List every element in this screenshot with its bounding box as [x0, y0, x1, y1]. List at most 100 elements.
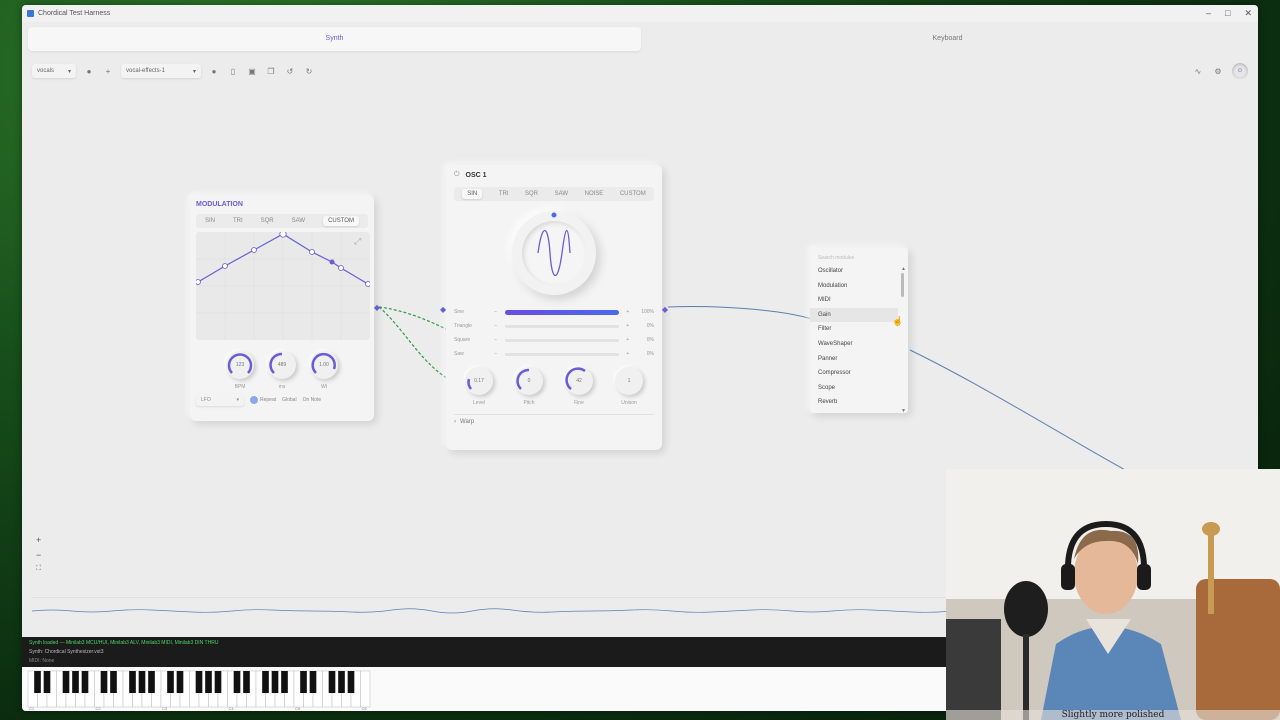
knob-bpm[interactable]: 123 BPM [220, 351, 260, 390]
decrement-button[interactable]: − [491, 309, 501, 315]
zoom-out-button[interactable]: − [36, 550, 41, 560]
lfo-curve-editor[interactable]: ⤢ [195, 230, 371, 340]
wave-tab-saw[interactable]: SAW [555, 191, 568, 197]
wave-tab-sin[interactable]: SIN [462, 189, 483, 199]
wave-tab-noise[interactable]: NOISE [585, 191, 604, 197]
black-key[interactable] [176, 671, 184, 693]
wave-tab-sqr[interactable]: SQR [525, 191, 538, 197]
menu-item-reverb[interactable]: Reverb [810, 395, 898, 410]
modulation-options: LFO ▾ Repeat Global On Note [196, 394, 368, 406]
wave-tab-saw[interactable]: SAW [292, 218, 305, 224]
knob-ms[interactable]: 489 ms [262, 351, 302, 390]
knob-level-label: Level [473, 400, 485, 406]
expand-icon: ⤢ [353, 236, 361, 246]
mix-saw-slider[interactable] [504, 352, 619, 356]
knob-level[interactable]: 0.17 Level [459, 367, 499, 406]
black-key[interactable] [62, 671, 70, 693]
osc-wave-tabs: SIN TRI SQR SAW NOISE CUSTOM [454, 187, 654, 201]
black-key[interactable] [81, 671, 89, 693]
output-port-icon[interactable]: ◆ [374, 303, 380, 312]
octave-label: C4 [229, 706, 235, 711]
mix-row-triangle: Triangle − + 0% [454, 319, 654, 333]
wave-tab-custom[interactable]: CUSTOM [323, 216, 359, 226]
on-note-toggle[interactable]: On Note [303, 397, 322, 403]
black-key[interactable] [100, 671, 108, 693]
menu-item-modulation[interactable]: Modulation [810, 279, 898, 294]
black-key[interactable] [262, 671, 269, 693]
black-key[interactable] [148, 671, 155, 693]
mix-square-slider[interactable] [504, 338, 619, 342]
black-key[interactable] [34, 671, 41, 693]
black-key[interactable] [271, 671, 279, 693]
piano-keyboard[interactable]: C1 C2 C3 C4 C5 C6 [22, 667, 946, 711]
black-key[interactable] [129, 671, 136, 693]
black-key[interactable] [281, 671, 288, 693]
knob-bpm-label: BPM [234, 384, 246, 390]
black-key[interactable] [300, 671, 307, 693]
knob-ms-label: ms [278, 384, 286, 390]
mode-select[interactable]: LFO ▾ [196, 394, 244, 406]
menu-scrollbar[interactable]: ▲ ▼ [901, 266, 906, 414]
black-key[interactable] [110, 671, 117, 693]
increment-button[interactable]: + [623, 337, 633, 343]
black-key[interactable] [243, 671, 250, 693]
knob-pitch[interactable]: 0 Pitch [509, 367, 549, 406]
wave-tab-tri[interactable]: TRI [233, 218, 243, 224]
black-key[interactable] [214, 671, 222, 693]
power-icon[interactable]: ⏻ [454, 171, 460, 179]
black-key[interactable] [195, 671, 203, 693]
black-key[interactable] [138, 671, 146, 693]
increment-button[interactable]: + [623, 351, 633, 357]
black-key[interactable] [233, 671, 241, 693]
white-key[interactable] [360, 670, 371, 708]
menu-item-gain[interactable]: Gain [810, 307, 898, 323]
menu-item-midi[interactable]: MIDI [810, 293, 898, 308]
knob-pitch-label: Pitch [523, 400, 535, 406]
output-port-icon[interactable]: ◆ [662, 305, 668, 314]
wave-tab-tri[interactable]: TRI [499, 191, 509, 197]
repeat-toggle[interactable]: Repeat [250, 396, 276, 404]
black-key[interactable] [205, 671, 212, 693]
black-key[interactable] [167, 671, 174, 693]
increment-button[interactable]: + [623, 323, 633, 329]
osc-header: ⏻ OSC 1 [454, 171, 654, 179]
decrement-button[interactable]: − [491, 337, 501, 343]
mix-sine-slider[interactable] [504, 309, 619, 315]
black-key[interactable] [309, 671, 317, 693]
menu-item-panner[interactable]: Panner [810, 352, 898, 367]
menu-item-compressor[interactable]: Compressor [810, 366, 898, 381]
zoom-in-button[interactable]: + [36, 535, 41, 545]
fit-view-button[interactable]: ⛶ [36, 565, 41, 573]
black-key[interactable] [347, 671, 355, 693]
knob-unison[interactable]: 1 Unison [609, 367, 649, 406]
black-key[interactable] [43, 671, 51, 693]
black-key[interactable] [338, 671, 345, 693]
knob-weight[interactable]: 1.00 Wt [304, 351, 344, 390]
decrement-button[interactable]: − [491, 323, 501, 329]
wave-tab-sqr[interactable]: SQR [261, 218, 274, 224]
webcam-overlay: Slightly more polished [946, 469, 1280, 720]
osc-title: OSC 1 [465, 171, 487, 179]
mix-triangle-slider[interactable] [504, 324, 619, 328]
menu-item-oscillator[interactable]: Oscillator [810, 264, 898, 279]
waveform-dial[interactable] [512, 211, 596, 295]
module-list: Oscillator Modulation MIDI Gain Filter W… [810, 264, 898, 410]
module-search-input[interactable]: Search modules [810, 252, 908, 264]
menu-item-waveshaper[interactable]: WaveShaper [810, 337, 898, 352]
presenter-video [946, 469, 1280, 720]
black-key[interactable] [72, 671, 79, 693]
menu-item-scope[interactable]: Scope [810, 381, 898, 396]
menu-item-filter[interactable]: Filter [810, 322, 898, 337]
increment-button[interactable]: + [623, 309, 633, 315]
octave-label: C6 [362, 706, 368, 711]
decrement-button[interactable]: − [491, 351, 501, 357]
input-port-icon[interactable]: ◆ [440, 305, 446, 314]
black-key[interactable] [328, 671, 336, 693]
warp-section[interactable]: › Warp [454, 414, 654, 425]
global-toggle[interactable]: Global [282, 397, 296, 403]
wave-tab-sin[interactable]: SIN [205, 218, 215, 224]
knob-fine[interactable]: 42 Fine [559, 367, 599, 406]
osc-mix-sliders: Sine − + 100% Triangle − + 0% Square − +… [454, 305, 654, 361]
wave-tab-custom[interactable]: CUSTOM [620, 191, 646, 197]
octave-label: C3 [162, 706, 168, 711]
